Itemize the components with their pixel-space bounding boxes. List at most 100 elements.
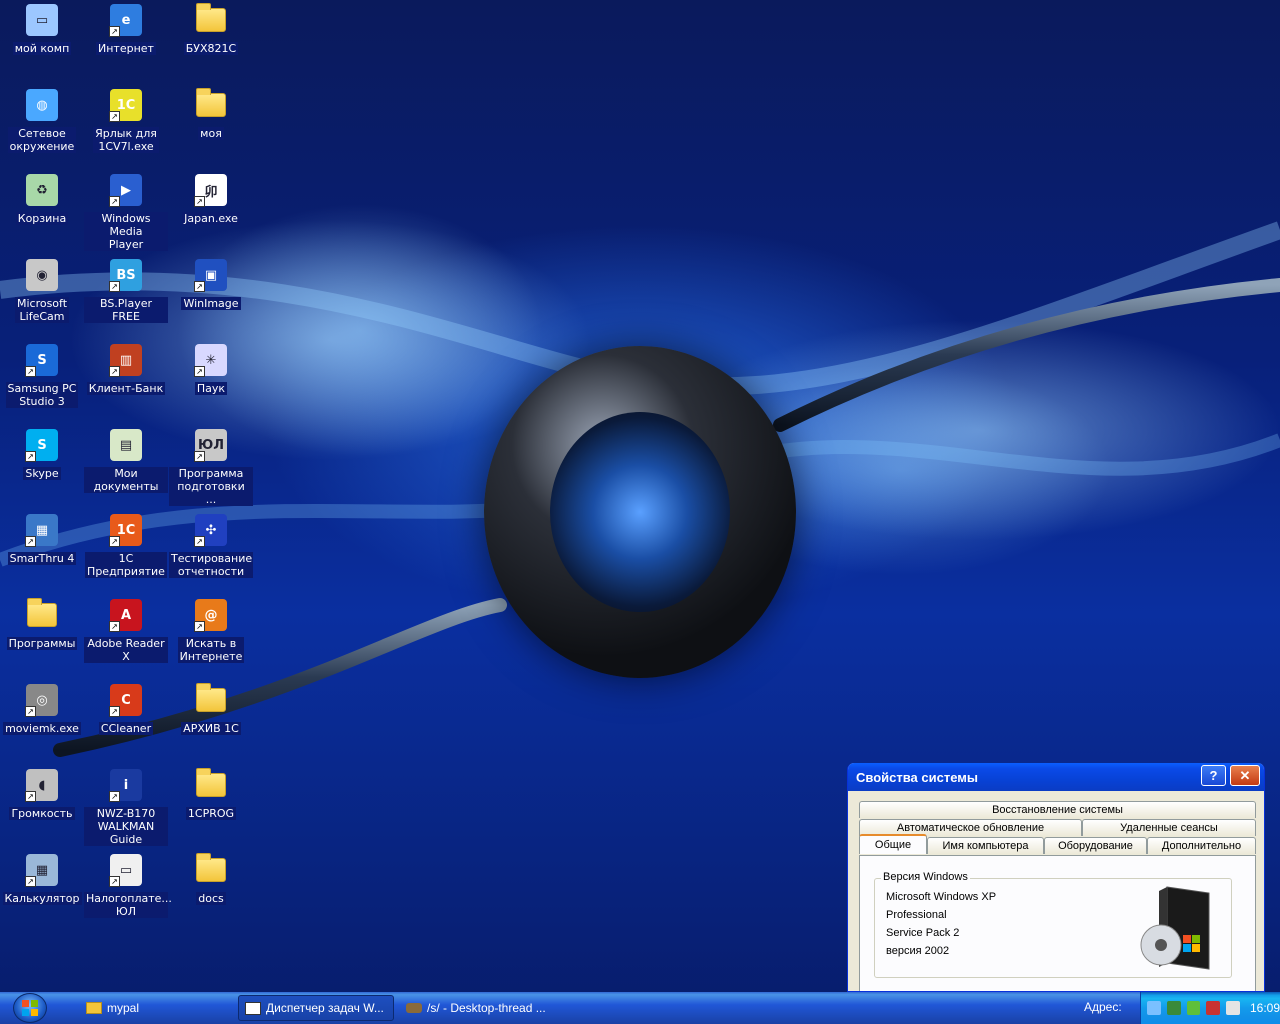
bsplayer-icon: BS ↗ [108,257,144,293]
tab-computer-name[interactable]: Имя компьютера [927,837,1044,854]
version-line-os: Microsoft Windows XP [886,891,997,903]
desktop-icon[interactable]: ✳ ↗ Паук [169,342,253,395]
clock[interactable]: 16:09 [1250,1001,1280,1015]
shortcut-arrow-icon: ↗ [25,451,36,462]
shortcut-arrow-icon: ↗ [194,536,205,547]
desktop-icon[interactable]: Программы [0,597,84,650]
antivirus-tray-icon[interactable] [1186,1001,1201,1015]
desktop-icon[interactable]: 1C ↗ Ярлык для 1CV7l.exe [84,87,168,153]
desktop-icon[interactable]: S ↗ Skype [0,427,84,480]
taskbar-item-task-manager[interactable]: Диспетчер задач W... [238,995,394,1021]
desktop-icon-label: WinImage [181,297,241,310]
shortcut-arrow-icon: ↗ [25,876,36,887]
address-label: Адрес: [1084,1000,1122,1014]
desktop-icon[interactable]: i ↗ NWZ-B170 WALKMAN Guide [84,767,168,846]
desktop-icon[interactable]: S ↗ Samsung PC Studio 3 [0,342,84,408]
tab-general[interactable]: Общие [859,834,927,854]
skype-icon: S ↗ [24,427,60,463]
tab-remote-sessions[interactable]: Удаленные сеансы [1082,819,1256,836]
moviemaker-icon: ◎ ↗ [24,682,60,718]
desktop-icon[interactable]: моя [169,87,253,140]
tab-hardware[interactable]: Оборудование [1044,837,1147,854]
windows-logo-icon [13,993,47,1023]
network-tray-icon[interactable] [1147,1001,1161,1015]
folder-shape [27,598,57,627]
start-button[interactable] [0,992,60,1024]
folder-shape [196,768,226,797]
desktop-icon-label: Корзина [15,212,69,225]
desktop-icon[interactable]: BS ↗ BS.Player FREE [84,257,168,323]
window-titlebar[interactable]: Свойства системы ? ✕ [848,763,1264,791]
desktop-icon[interactable]: ▣ ↗ WinImage [169,257,253,310]
desktop-icon[interactable]: 1C ↗ 1С Предприятие [84,512,168,578]
safely-remove-tray-icon[interactable] [1166,1001,1181,1015]
wmp-icon: ▶ ↗ [108,172,144,208]
close-button[interactable]: ✕ [1230,765,1260,786]
shortcut-arrow-icon: ↗ [109,791,120,802]
winimage-icon: ▣ ↗ [193,257,229,293]
wallpaper-orb-core [550,412,730,612]
desktop-icon[interactable]: БУХ821С [169,2,253,55]
help-button[interactable]: ? [1201,765,1226,786]
desktop-icon-label: Сетевое окружение [7,127,77,153]
desktop-icon[interactable]: 1CPROG [169,767,253,820]
desktop-icon[interactable]: ЮЛ ↗ Программа подготовки ... [169,427,253,506]
flag-tray-icon[interactable] [1226,1001,1240,1015]
desktop-icon-label: Программа подготовки ... [169,467,253,506]
language-tray-icon[interactable] [1206,1001,1221,1015]
ccleaner-icon: C ↗ [108,682,144,718]
desktop-icon-label: АРХИВ 1С [181,722,241,735]
spider-icon: ✳ ↗ [193,342,229,378]
program-icon: ЮЛ ↗ [193,427,229,463]
shortcut-arrow-icon: ↗ [109,281,120,292]
desktop-icon[interactable]: C ↗ CCleaner [84,682,168,735]
system-properties-window[interactable]: Свойства системы ? ✕ Восстановление сист… [847,763,1265,992]
desktop-icon-label: мой комп [12,42,72,55]
desktop-icon[interactable]: ◎ ↗ moviemk.exe [0,682,84,735]
smarthru-icon: ▦ ↗ [24,512,60,548]
bank-icon: ▥ ↗ [108,342,144,378]
taskbar-item-mypal[interactable]: mypal [80,995,230,1021]
tab-advanced[interactable]: Дополнительно [1147,837,1256,854]
desktop-icon-label: Skype [23,467,61,480]
desktop-icon-label: SmarThru 4 [7,552,77,565]
desktop-icon[interactable]: ▦ ↗ Калькулятор [0,852,84,905]
windows-xp-box-icon [1140,886,1210,970]
mydocs-icon: ▤ [108,427,144,463]
desktop-icon[interactable]: АРХИВ 1С [169,682,253,735]
folder-icon [193,682,229,718]
desktop-icon[interactable]: docs [169,852,253,905]
desktop-icon[interactable]: ▦ ↗ SmarThru 4 [0,512,84,565]
desktop-icon[interactable]: 卯 ↗ Japan.exe [169,172,253,225]
folder-shape [196,88,226,117]
desktop-icon[interactable]: ▥ ↗ Клиент-Банк [84,342,168,395]
desktop-icon[interactable]: ♻ Корзина [0,172,84,225]
desktop-icon[interactable]: ▭ ↗ Налогоплате... ЮЛ [84,852,172,918]
desktop-icon[interactable]: ▶ ↗ Windows Media Player [84,172,168,251]
taskbar-item-browser[interactable]: /s/ - Desktop-thread ... [400,995,560,1021]
desktop-icon[interactable]: e ↗ Интернет [84,2,168,55]
search-icon: @ ↗ [193,597,229,633]
desktop-icon[interactable]: ▭ мой комп [0,2,84,55]
computer-icon: ▭ [24,2,60,38]
desktop-icon[interactable]: ◉ Microsoft LifeCam [0,257,84,323]
desktop-icon[interactable]: @ ↗ Искать в Интернете [169,597,253,663]
desktop-icon[interactable]: ▤ Мои документы [84,427,168,493]
desktop-icon-label: Ярлык для 1CV7l.exe [93,127,159,153]
desktop-icon[interactable]: A ↗ Adobe Reader X [84,597,168,663]
taskbar-item-label: /s/ - Desktop-thread ... [427,1001,546,1015]
icon-glyph: ♻ [26,174,58,206]
desktop: ▭ мой комп e ↗ Интернет БУХ821С ◍ Сетевое окруж… [0,0,1280,992]
desktop-icon[interactable]: ✣ ↗ Тестирование отчетности [169,512,253,578]
desktop-icon-label: Громкость [9,807,75,820]
desktop-icon-label: Программы [6,637,78,650]
desktop-icon-label: Налогоплате... ЮЛ [84,892,172,918]
desktop-icon-label: Windows Media Player [84,212,168,251]
desktop-icon-label: NWZ-B170 WALKMAN Guide [84,807,168,846]
taskbar-item-label: Диспетчер задач W... [266,1001,384,1015]
desktop-icon-label: Искать в Интернете [177,637,245,663]
shortcut-arrow-icon: ↗ [109,621,120,632]
desktop-icon[interactable]: ◍ Сетевое окружение [0,87,84,153]
tab-system-restore[interactable]: Восстановление системы [859,801,1256,818]
desktop-icon[interactable]: ◖ ↗ Громкость [0,767,84,820]
